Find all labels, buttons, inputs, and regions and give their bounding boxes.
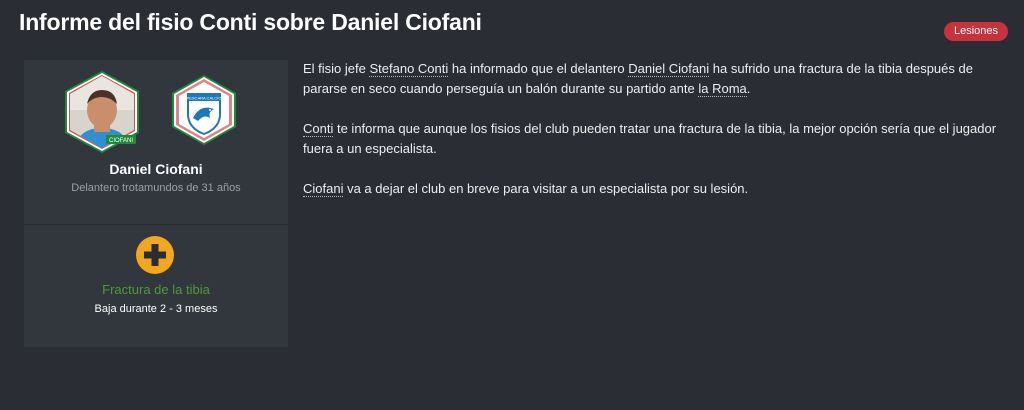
player-link-daniel-ciofani[interactable]: Daniel Ciofani	[628, 61, 710, 77]
text-segment: va a dejar el club en breve para visitar…	[343, 181, 749, 196]
club-crest-icon[interactable]: PESCARA CALCIO	[170, 74, 238, 146]
report-body: El fisio jefe Stefano Conti ha informado…	[303, 59, 1003, 219]
photo-caption: CIOFANI	[109, 138, 133, 144]
text-segment: te informa que aunque los fisios del clu…	[303, 121, 997, 156]
staff-link-conti[interactable]: Conti	[303, 121, 334, 137]
injury-plus-icon	[136, 236, 174, 274]
category-badge[interactable]: Lesiones	[943, 22, 1008, 41]
club-link-la-roma[interactable]: la Roma	[698, 81, 747, 97]
injury-duration: Baja durante 2 - 3 meses	[94, 303, 218, 315]
staff-link-stefano-conti[interactable]: Stefano Conti	[369, 61, 449, 77]
report-paragraph-2: Conti te informa que aunque los fisios d…	[303, 119, 1003, 159]
player-link-ciofani[interactable]: Ciofani	[303, 181, 344, 197]
report-paragraph-3: Ciofani va a dejar el club en breve para…	[303, 179, 1003, 199]
player-card: CIOFANI PESCARA CALCIO Daniel Ciofani De…	[24, 60, 288, 347]
crest-text: PESCARA CALCIO	[187, 96, 222, 101]
player-name[interactable]: Daniel Ciofani	[24, 161, 288, 177]
player-card-header: CIOFANI PESCARA CALCIO Daniel Ciofani De…	[24, 60, 288, 225]
text-segment: El fisio jefe	[303, 61, 370, 76]
player-photo[interactable]: CIOFANI	[60, 70, 144, 154]
text-segment: .	[746, 81, 751, 96]
text-segment: ha informado que el delantero	[448, 61, 629, 76]
page: Informe del fisio Conti sobre Daniel Cio…	[0, 0, 1024, 410]
report-paragraph-1: El fisio jefe Stefano Conti ha informado…	[303, 59, 1003, 99]
injury-name: Fractura de la tibia	[102, 282, 210, 297]
player-description: Delantero trotamundos de 31 años	[71, 182, 241, 194]
page-title: Informe del fisio Conti sobre Daniel Cio…	[19, 9, 482, 35]
